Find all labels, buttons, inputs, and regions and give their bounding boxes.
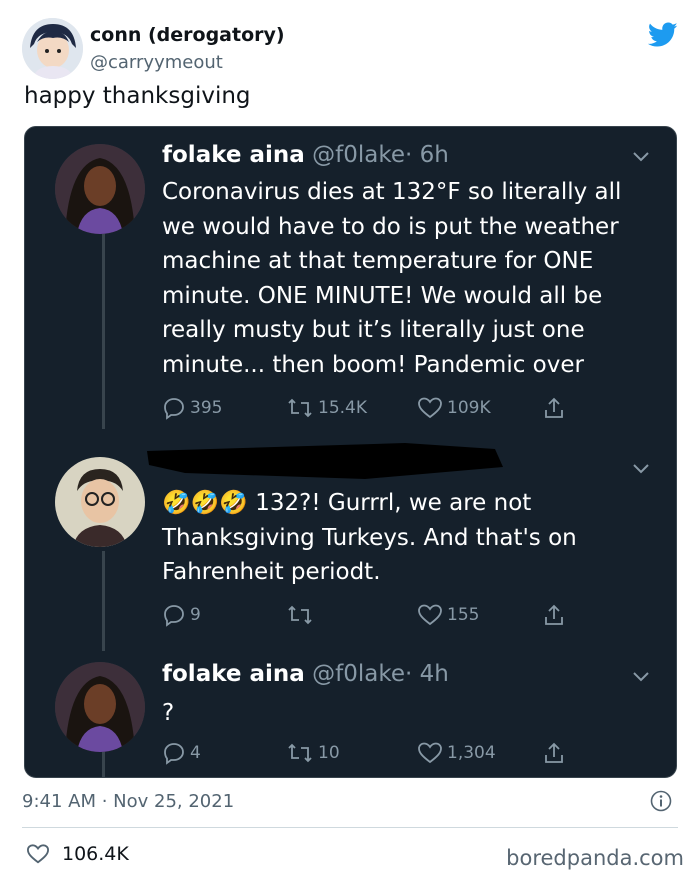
tweet-header: conn (derogatory) @carryymeout (22, 18, 682, 80)
watermark: boredpanda.com (506, 846, 684, 870)
tweet-author-name[interactable]: folake aina (162, 142, 305, 168)
tweet-author-handle[interactable]: @f0lake (312, 661, 405, 687)
like-button[interactable]: 155 (417, 603, 479, 627)
redaction-mark (147, 443, 503, 479)
like-count: 106.4K (62, 843, 129, 865)
share-icon (545, 604, 563, 625)
tweet-author-handle[interactable]: @f0lake (312, 142, 405, 168)
share-icon (545, 397, 563, 418)
thread-line (102, 229, 105, 429)
reply-icon (164, 743, 184, 765)
retweet-icon (288, 743, 312, 763)
chevron-down-icon[interactable] (632, 463, 650, 475)
tweet-time: · 4h (404, 661, 449, 687)
share-button[interactable] (542, 396, 566, 420)
heart-icon (418, 604, 442, 626)
chevron-down-icon[interactable] (632, 671, 650, 683)
tweet-author-name[interactable]: folake aina (162, 661, 305, 687)
avatar[interactable] (55, 662, 145, 752)
retweet-button[interactable]: 15.4K (286, 396, 367, 420)
share-icon (545, 742, 563, 763)
author-name[interactable]: conn (derogatory) (90, 24, 285, 46)
like-button[interactable]: 106.4K (26, 843, 129, 865)
reply-count: 4 (190, 743, 201, 763)
avatar[interactable] (55, 144, 145, 234)
divider (22, 827, 678, 828)
emoji-rofl: 🤣🤣🤣 (162, 490, 248, 516)
share-button[interactable] (542, 603, 566, 627)
like-count: 109K (447, 398, 491, 418)
tweet-body: ? (162, 700, 175, 726)
reply-icon (164, 605, 184, 627)
like-button[interactable]: 1,304 (417, 741, 496, 765)
reply-icon (164, 398, 184, 420)
embedded-screenshot: folake aina @f0lake· 6h Coronavirus dies… (24, 126, 677, 778)
like-count: 1,304 (447, 743, 496, 763)
retweet-icon (288, 605, 312, 625)
tweet-text: happy thanksgiving (24, 83, 251, 109)
reply-count: 395 (190, 398, 223, 418)
reply-button[interactable]: 9 (162, 603, 201, 627)
tweet-timestamp[interactable]: 9:41 AM · Nov 25, 2021 (22, 791, 234, 812)
heart-icon (418, 742, 442, 764)
chevron-down-icon[interactable] (632, 151, 650, 163)
reply-button[interactable]: 4 (162, 741, 201, 765)
tweet-actions: 395 15.4K 109K (162, 396, 582, 422)
like-count: 155 (447, 605, 480, 625)
retweet-button[interactable]: 10 (286, 741, 340, 765)
thread-line (102, 551, 105, 651)
twitter-bird-icon[interactable] (648, 22, 678, 48)
retweet-count: 15.4K (318, 398, 367, 418)
retweet-icon (288, 398, 312, 418)
share-button[interactable] (542, 741, 566, 765)
like-button[interactable]: 109K (417, 396, 491, 420)
tweet-body: Coronavirus dies at 132°F so literally a… (162, 179, 622, 378)
reply-count: 9 (190, 605, 201, 625)
reply-button[interactable]: 395 (162, 396, 222, 420)
retweet-button[interactable] (286, 603, 318, 627)
tweet-actions: 4 10 1,304 (162, 741, 582, 767)
retweet-count: 10 (318, 743, 340, 763)
avatar[interactable] (55, 457, 145, 547)
avatar[interactable] (22, 18, 83, 79)
info-icon[interactable] (650, 790, 672, 812)
tweet-time: · 6h (404, 142, 449, 168)
heart-icon (26, 844, 50, 864)
heart-icon (418, 397, 442, 419)
author-handle[interactable]: @carryymeout (90, 52, 223, 73)
tweet-actions: 9 155 (162, 603, 582, 629)
